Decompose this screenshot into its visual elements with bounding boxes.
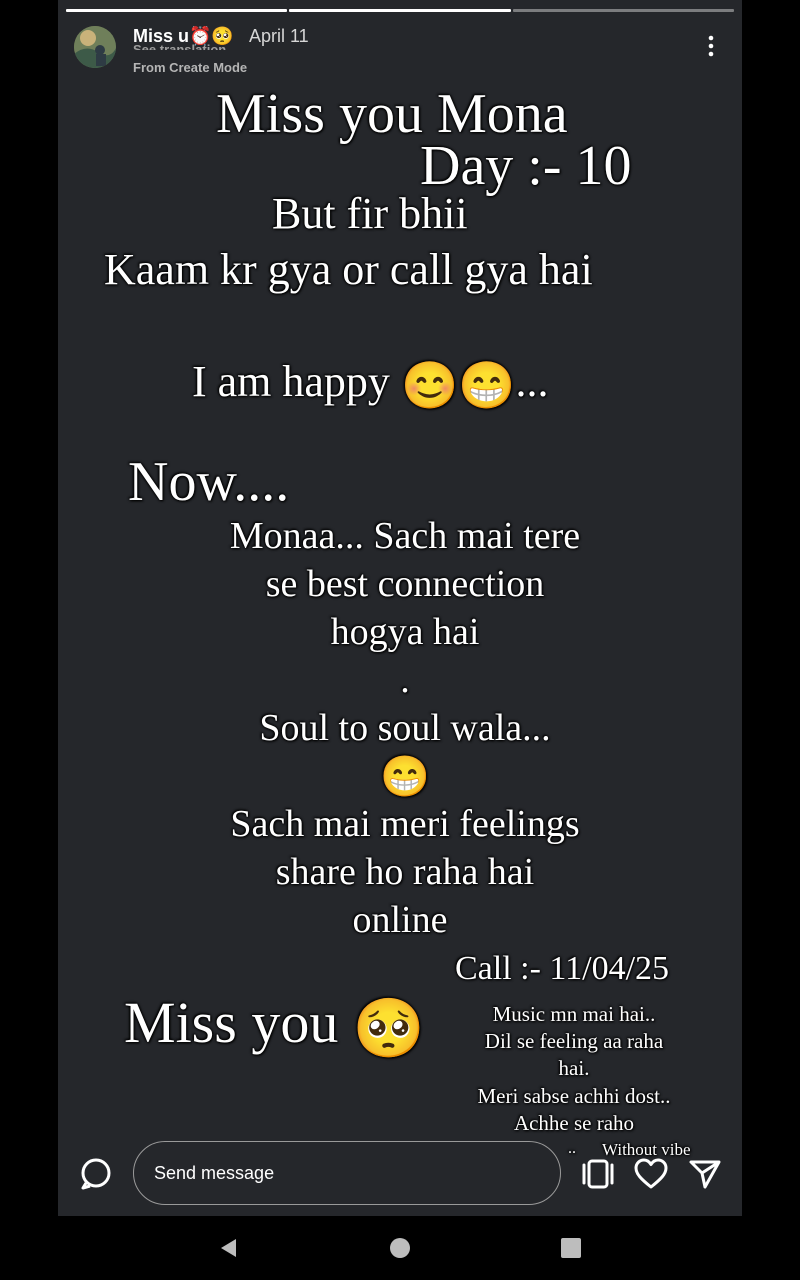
recents-icon[interactable] [560, 1237, 582, 1259]
send-message-placeholder: Send message [154, 1163, 275, 1183]
pleading-face-emoji-icon: 🥺 [352, 995, 426, 1061]
avatar-image [74, 26, 116, 68]
story-text-but: But fir bhii [272, 189, 468, 238]
progress-segment [289, 9, 511, 12]
send-message-input[interactable]: Send message [133, 1141, 561, 1205]
home-icon[interactable] [389, 1237, 411, 1259]
mention-reshare-icon[interactable] [580, 1156, 616, 1192]
back-icon[interactable] [217, 1236, 241, 1260]
story-text-miss-you: Miss you 🥺 [124, 988, 425, 1064]
camera-search-icon[interactable] [78, 1156, 114, 1192]
see-translation-link[interactable]: See translation [133, 42, 226, 50]
heart-icon[interactable] [633, 1156, 669, 1192]
story-text-soul: Soul to soul wala... [259, 707, 551, 749]
smile-emoji-icon: 😊😁 [400, 359, 516, 411]
story-text-meri: Meri sabse achhi dost.. [477, 1084, 671, 1108]
story-text-online: online [352, 899, 448, 941]
progress-segment [66, 9, 288, 12]
story-text-hogya: hogya hai [330, 611, 480, 653]
send-icon[interactable] [687, 1156, 723, 1192]
story-progress-bar [66, 9, 734, 12]
post-date: April 11 [249, 26, 309, 46]
grin-emoji-icon: 😁 [380, 754, 430, 799]
avatar[interactable] [74, 26, 116, 68]
miss-you-text: Miss you [124, 990, 339, 1055]
story-text-hai: hai. [558, 1056, 590, 1080]
story-header: Miss u⏰🥺 April 11 See translation From C… [58, 20, 742, 72]
happy-text: I am happy [192, 357, 390, 406]
story-text-sach: Sach mai meri feelings [230, 803, 580, 845]
create-mode-label[interactable]: From Create Mode [133, 60, 247, 72]
more-options-icon[interactable] [701, 34, 721, 58]
story-footer: Send message [58, 1140, 742, 1210]
story-text-kaam: Kaam kr gya or call gya hai [104, 245, 593, 294]
system-navigation-bar [0, 1216, 800, 1280]
story-text-monaa: Monaa... Sach mai tere [229, 515, 581, 557]
story-text-happy: I am happy 😊😁... [192, 352, 549, 416]
story-text-call: Call :- 11/04/25 [455, 950, 670, 987]
story-text-dil: Dil se feeling aa raha [484, 1029, 664, 1053]
happy-dots: ... [515, 357, 549, 406]
story-text-now: Now.... [128, 451, 290, 513]
story-text-music: Music mn mai hai.. [492, 1002, 656, 1026]
story-text-achhe: Achhe se raho [513, 1111, 635, 1135]
story-viewer[interactable]: Miss u⏰🥺 April 11 See translation From C… [58, 0, 742, 1216]
progress-segment [512, 9, 734, 12]
story-text-dot: . [400, 659, 410, 701]
story-text-best: se best connection [265, 563, 545, 605]
story-text-share: share ho raha hai [275, 851, 535, 893]
